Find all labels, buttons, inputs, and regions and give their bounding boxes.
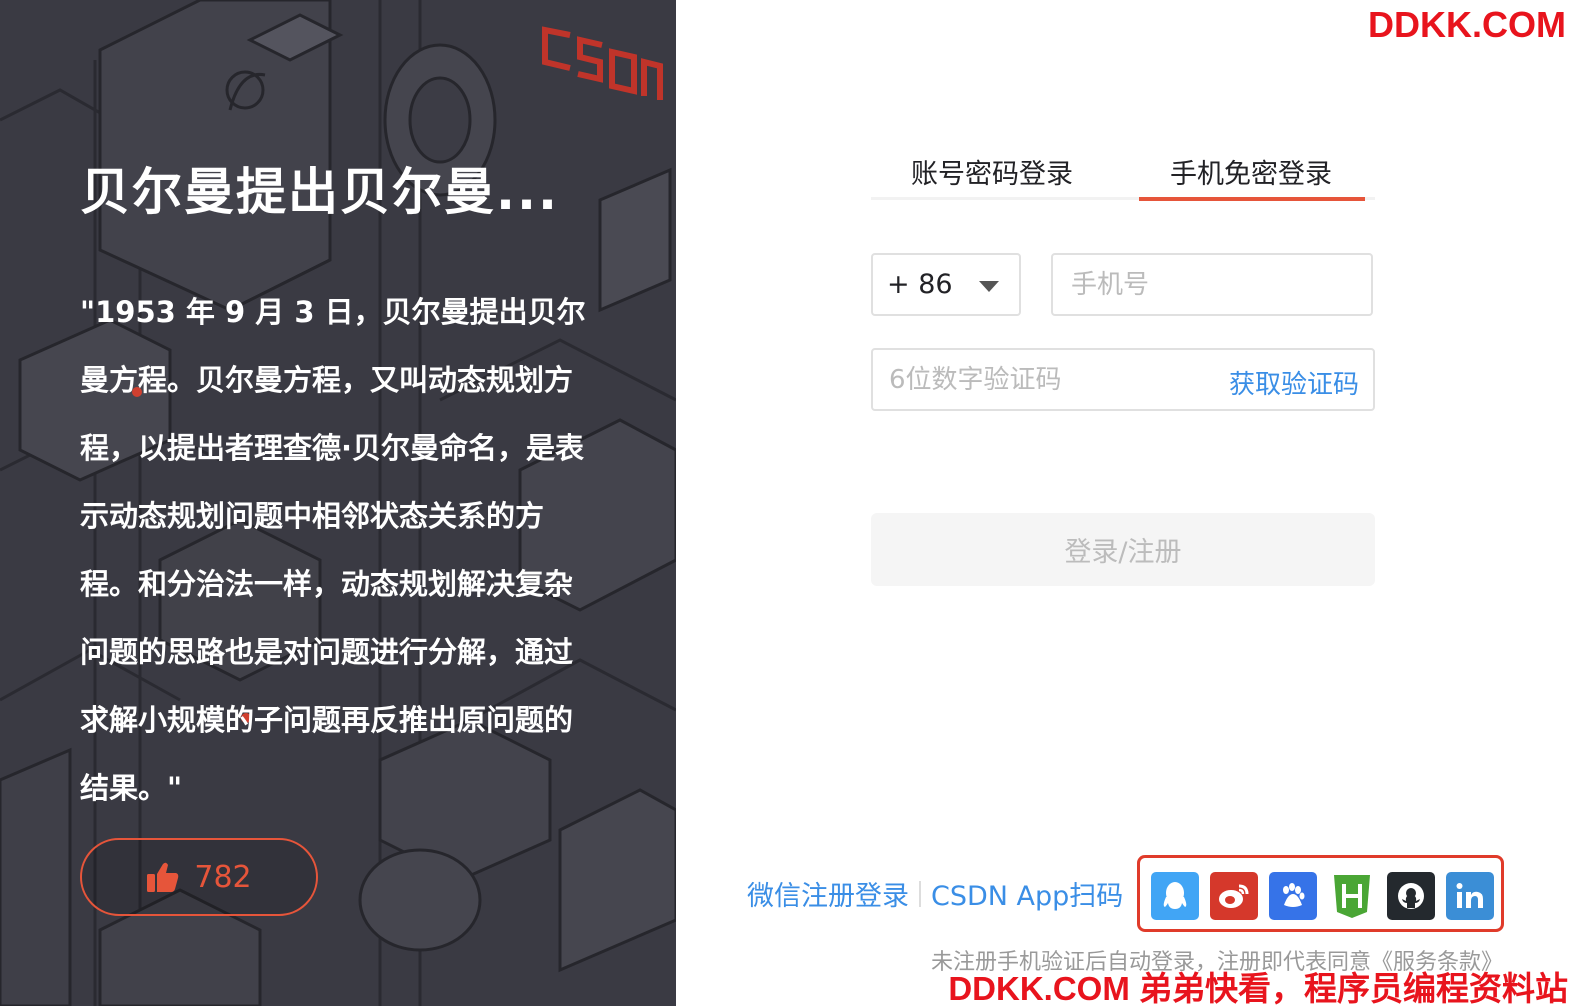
wechat-login-link[interactable]: 微信注册登录	[747, 874, 909, 913]
verification-code-field: 获取验证码	[871, 348, 1375, 411]
linkedin-login-button[interactable]	[1446, 872, 1494, 920]
login-panel: 账号密码登录 手机免密登录 + 86 获取验证码 登录/注册 微信注册登录 CS…	[676, 0, 1578, 1006]
baidu-login-button[interactable]	[1269, 872, 1317, 920]
baidu-icon	[1283, 883, 1305, 907]
linkedin-icon	[1456, 883, 1483, 908]
chevron-down-icon	[979, 281, 999, 292]
watermark-bottom: DDKK.COM 弟弟快看，程序员编程资料站	[948, 970, 1568, 1006]
country-code-value: + 86	[887, 269, 953, 300]
promo-quote: "1953 年 9 月 3 日，贝尔曼提出贝尔曼方程。贝尔曼方程，又叫动态规划方…	[80, 295, 586, 805]
get-code-button[interactable]: 获取验证码	[1229, 364, 1359, 401]
like-count: 782	[194, 859, 252, 895]
login-page: 贝尔曼提出贝尔曼... "1953 年 9 月 3 日，贝尔曼提出贝尔曼方程。贝…	[0, 0, 1578, 1006]
phone-input[interactable]	[1051, 253, 1373, 316]
weibo-login-button[interactable]	[1210, 872, 1258, 920]
login-tabs: 账号密码登录 手机免密登录	[871, 148, 1375, 201]
active-tab-indicator	[1139, 197, 1365, 201]
verification-code-input[interactable]	[873, 350, 1193, 409]
social-login-group	[1137, 855, 1504, 932]
promo-panel: 贝尔曼提出贝尔曼... "1953 年 9 月 3 日，贝尔曼提出贝尔曼方程。贝…	[0, 0, 676, 1006]
github-login-button[interactable]	[1387, 872, 1435, 920]
login-register-button[interactable]: 登录/注册	[871, 513, 1375, 586]
qq-login-button[interactable]	[1151, 872, 1199, 920]
tab-password-login[interactable]: 账号密码登录	[911, 152, 1073, 191]
alt-login-links: 微信注册登录 CSDN App扫码	[747, 874, 1123, 913]
csdn-app-scan-link[interactable]: CSDN App扫码	[931, 874, 1123, 913]
like-button[interactable]: 782	[80, 838, 318, 916]
tab-phone-login[interactable]: 手机免密登录	[1170, 152, 1332, 191]
watermark-top: DDKK.COM	[1368, 4, 1566, 45]
h-shield-icon	[1334, 875, 1370, 918]
thumbs-up-icon	[147, 862, 179, 892]
h-login-button[interactable]	[1328, 872, 1376, 920]
country-code-select[interactable]: + 86	[871, 253, 1021, 316]
weibo-icon	[1219, 884, 1249, 908]
promo-title: 贝尔曼提出贝尔曼...	[80, 163, 559, 221]
qq-icon	[1163, 882, 1187, 909]
link-divider	[919, 880, 921, 907]
github-icon	[1398, 883, 1424, 909]
